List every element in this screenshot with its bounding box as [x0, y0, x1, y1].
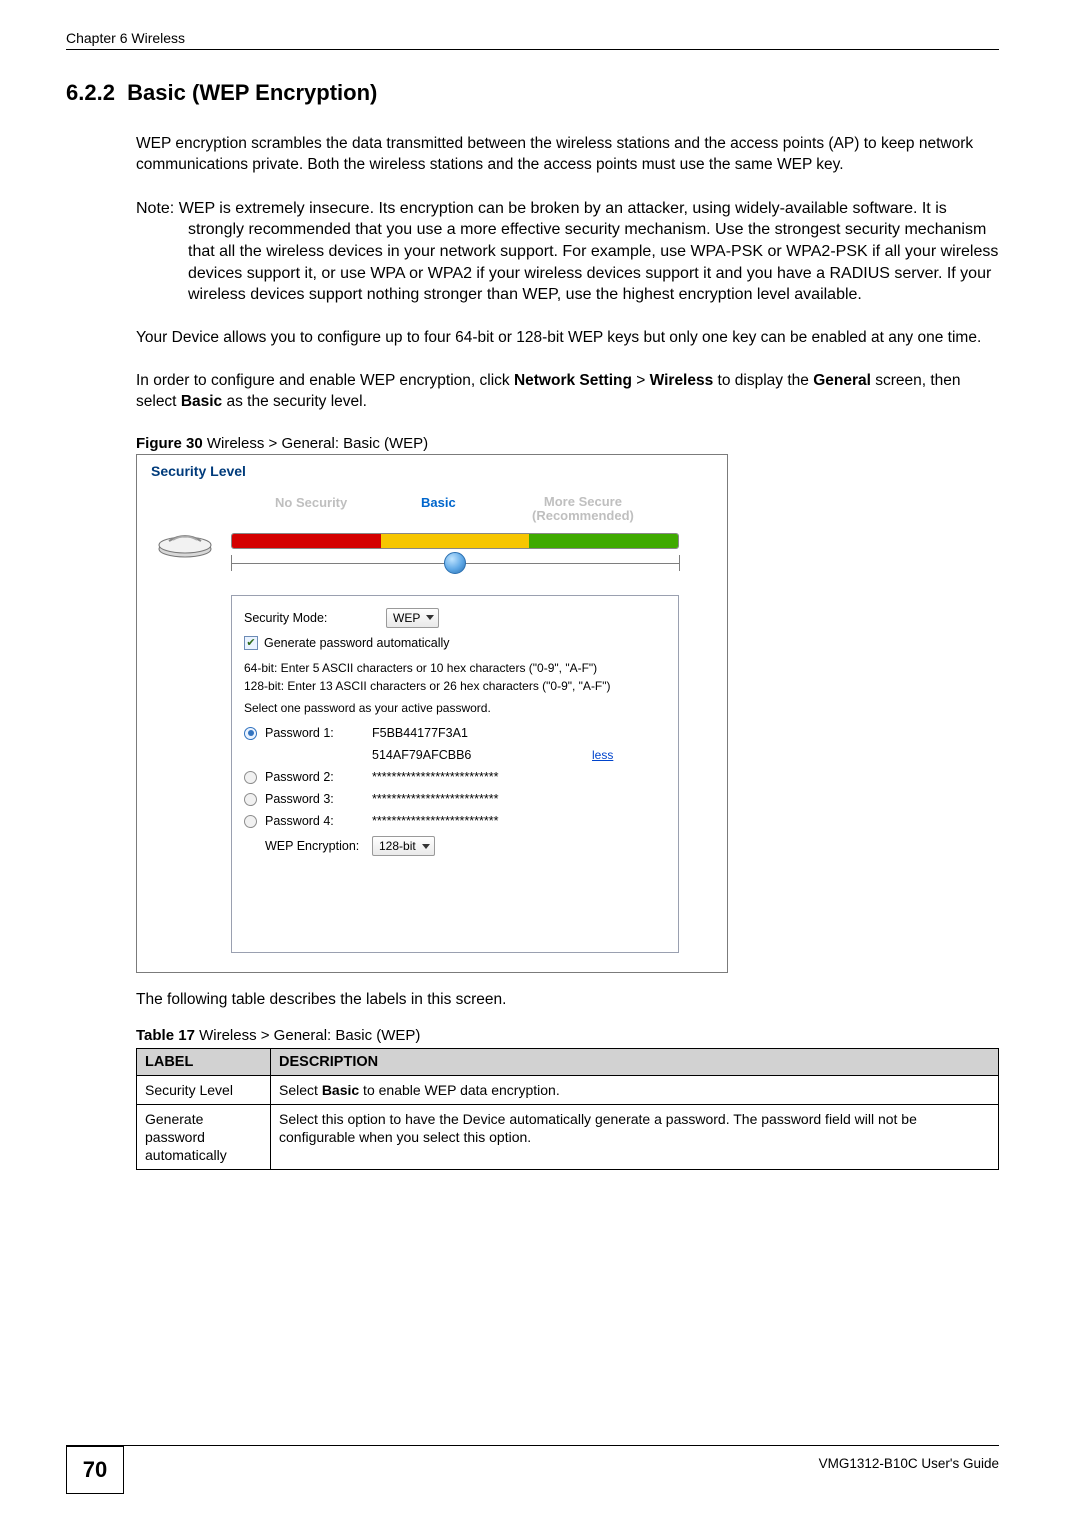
generate-auto-row: ✔ Generate password automatically: [244, 636, 666, 650]
password-4-label-cell: Password 4:: [244, 814, 372, 828]
password-4-radio[interactable]: [244, 815, 257, 828]
text-fragment: to enable WEP data encryption.: [359, 1082, 560, 1098]
text-fragment: More Secure: [544, 494, 622, 509]
password-1-label-cell: Password 1:: [244, 726, 372, 740]
less-link[interactable]: less: [592, 748, 613, 762]
password-4-value: **************************: [372, 814, 564, 828]
select-value: 128-bit: [379, 839, 416, 853]
security-mode-select[interactable]: WEP: [386, 608, 439, 628]
text-fragment: as the security level.: [222, 393, 367, 410]
settings-panel: Security Mode: WEP ✔ Generate password a…: [231, 595, 679, 953]
note-paragraph: Note: WEP is extremely insecure. Its enc…: [136, 198, 999, 306]
slider-label-basic: Basic: [421, 495, 456, 510]
text-fragment: In order to configure and enable WEP enc…: [136, 372, 514, 389]
page-number: 70: [66, 1446, 124, 1494]
text-fragment: >: [632, 372, 650, 389]
chevron-down-icon: [426, 615, 434, 620]
nav-term: Network Setting: [514, 372, 632, 389]
section-number: 6.2.2: [66, 80, 115, 105]
wep-encryption-select[interactable]: 128-bit: [372, 836, 435, 856]
figure-caption: Figure 30 Wireless > General: Basic (WEP…: [136, 435, 999, 452]
hint-128bit: 128-bit: Enter 13 ASCII characters or 26…: [244, 678, 666, 694]
password-1-radio[interactable]: [244, 727, 257, 740]
bold-term: Basic: [322, 1082, 359, 1098]
password-1-value-line1: F5BB44177F3A1: [372, 726, 564, 740]
password-2-value: **************************: [372, 770, 564, 784]
hint-64bit: 64-bit: Enter 5 ASCII characters or 10 h…: [244, 660, 666, 676]
select-value: WEP: [393, 611, 420, 625]
description-table: LABEL DESCRIPTION Security Level Select …: [136, 1048, 999, 1171]
password-1-value-line2: 514AF79AFCBB6: [372, 748, 564, 762]
figure-number: Figure 30: [136, 435, 203, 452]
nav-term: Wireless: [650, 372, 714, 389]
security-bar: [231, 533, 679, 549]
table-row: Security Level Select Basic to enable WE…: [137, 1075, 999, 1104]
text-fragment: to display the: [713, 372, 813, 389]
table-number: Table 17: [136, 1027, 195, 1044]
security-mode-row: Security Mode: WEP: [244, 608, 666, 628]
text-fragment: (Recommended): [532, 508, 634, 523]
wep-encryption-label: WEP Encryption:: [244, 839, 372, 853]
table-row: Generate password automatically Select t…: [137, 1104, 999, 1170]
cell-description: Select Basic to enable WEP data encrypti…: [271, 1075, 999, 1104]
wep-encryption-row: WEP Encryption: 128-bit: [244, 836, 666, 856]
slider-tick: [679, 555, 680, 571]
cell-label: Security Level: [137, 1075, 271, 1104]
password-3-value: **************************: [372, 792, 564, 806]
password-row-2: Password 2: **************************: [244, 770, 666, 784]
page-footer: 70 VMG1312-B10C User's Guide: [66, 1445, 999, 1494]
slider-label-none: No Security: [275, 495, 347, 510]
table-header-row: LABEL DESCRIPTION: [137, 1048, 999, 1075]
password-3-label-cell: Password 3:: [244, 792, 372, 806]
bar-segment-high: [529, 534, 678, 548]
table-title: Wireless > General: Basic (WEP): [195, 1027, 420, 1044]
password-3-label: Password 3:: [265, 792, 334, 806]
embedded-screenshot: Security Level No Security Basic More Se…: [136, 454, 728, 973]
password-4-label: Password 4:: [265, 814, 334, 828]
security-mode-label: Security Mode:: [244, 611, 386, 625]
chevron-down-icon: [422, 844, 430, 849]
section-heading: 6.2.2 Basic (WEP Encryption): [66, 80, 999, 106]
password-2-radio[interactable]: [244, 771, 257, 784]
router-icon: [155, 527, 215, 559]
bar-segment-mid: [381, 534, 530, 548]
hint-select: Select one password as your active passw…: [244, 700, 666, 716]
paragraph-keys: Your Device allows you to configure up t…: [136, 328, 999, 349]
password-row-4: Password 4: **************************: [244, 814, 666, 828]
slider-tick: [231, 555, 232, 571]
password-row-1: Password 1: F5BB44177F3A1: [244, 726, 666, 740]
panel-heading: Security Level: [151, 463, 246, 479]
table-caption: Table 17 Wireless > General: Basic (WEP): [136, 1027, 999, 1044]
slider-label-more: More Secure (Recommended): [532, 495, 634, 524]
paragraph-nav: In order to configure and enable WEP enc…: [136, 371, 999, 413]
password-rows: Password 1: F5BB44177F3A1 514AF79AFCBB6 …: [244, 726, 666, 856]
figure-title: Wireless > General: Basic (WEP): [203, 435, 428, 452]
password-row-1b: 514AF79AFCBB6 less: [244, 748, 666, 762]
password-2-label-cell: Password 2:: [244, 770, 372, 784]
generate-auto-checkbox[interactable]: ✔: [244, 636, 258, 650]
nav-term: Basic: [181, 393, 222, 410]
running-header: Chapter 6 Wireless: [66, 30, 999, 50]
paragraph-intro: WEP encryption scrambles the data transm…: [136, 134, 999, 176]
cell-label: Generate password automatically: [137, 1104, 271, 1170]
password-2-label: Password 2:: [265, 770, 334, 784]
cell-description: Select this option to have the Device au…: [271, 1104, 999, 1170]
password-1-label: Password 1:: [265, 726, 334, 740]
password-3-radio[interactable]: [244, 793, 257, 806]
header-label: LABEL: [137, 1048, 271, 1075]
generate-auto-label: Generate password automatically: [264, 636, 450, 650]
slider-knob[interactable]: [444, 552, 466, 574]
password-row-3: Password 3: **************************: [244, 792, 666, 806]
bar-segment-low: [232, 534, 381, 548]
nav-term: General: [813, 372, 871, 389]
table-intro: The following table describes the labels…: [136, 991, 999, 1009]
chapter-label: Chapter 6 Wireless: [66, 30, 185, 46]
header-description: DESCRIPTION: [271, 1048, 999, 1075]
section-title: Basic (WEP Encryption): [127, 80, 377, 105]
guide-name: VMG1312-B10C User's Guide: [819, 1452, 999, 1471]
text-fragment: Select: [279, 1082, 322, 1098]
